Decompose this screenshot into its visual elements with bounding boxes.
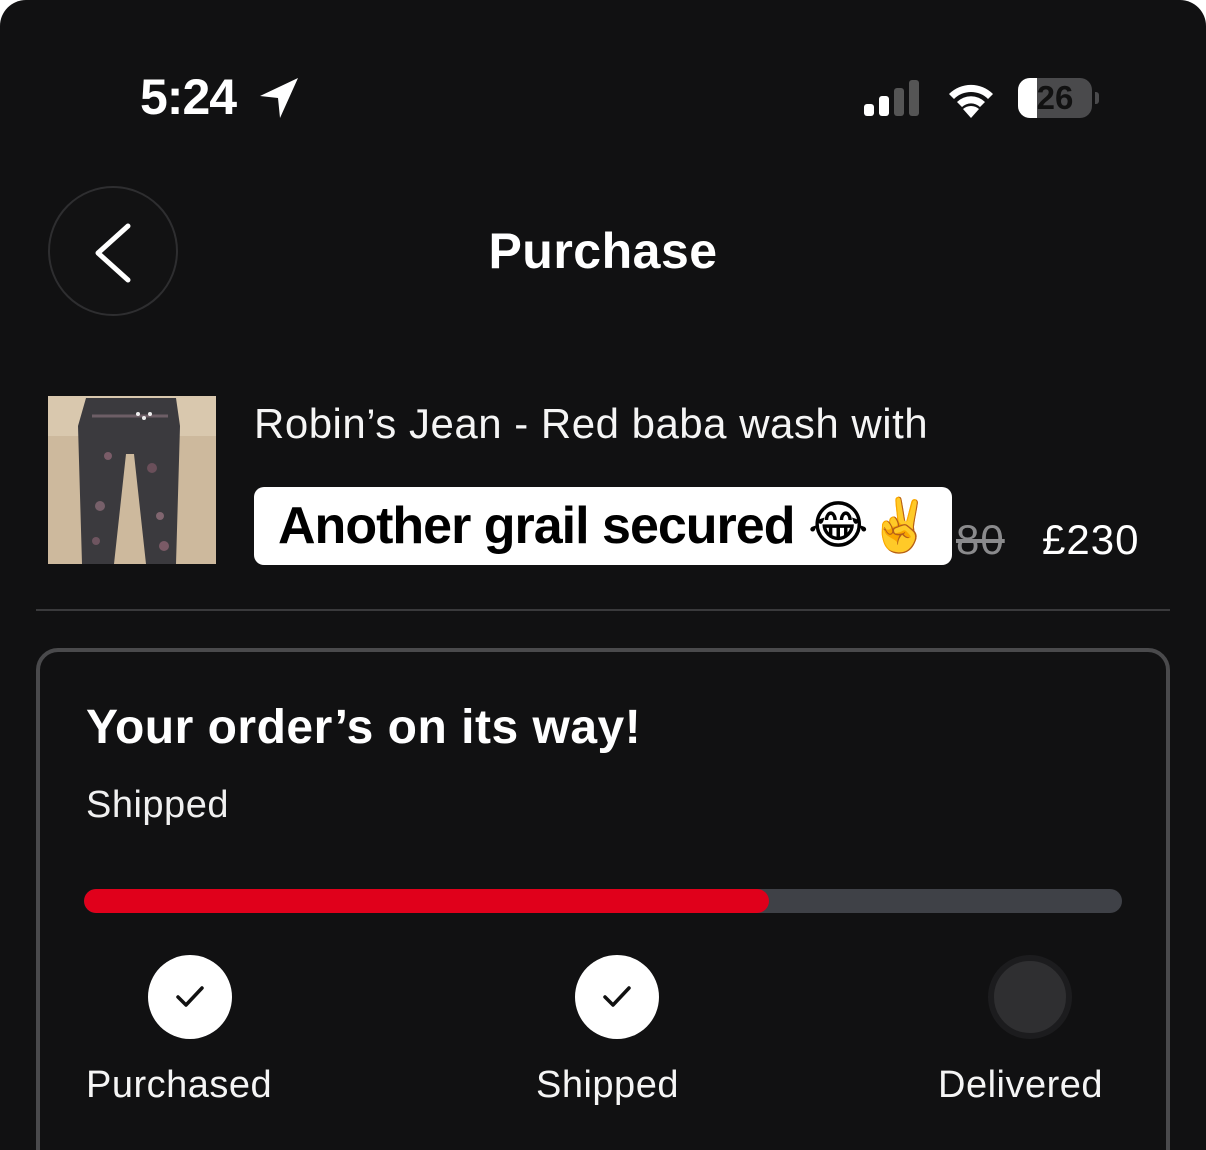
product-title: Robin’s Jean - Red baba wash with bbox=[254, 400, 929, 447]
cellular-signal-icon bbox=[864, 80, 919, 116]
phone-screen: 5:24 26 Purchase Robin’s Jean - Red baba… bbox=[0, 0, 1206, 1150]
progress-fill bbox=[84, 889, 770, 913]
wifi-icon bbox=[949, 84, 993, 118]
step-delivered-indicator bbox=[988, 955, 1072, 1039]
sale-price: £230 bbox=[1042, 516, 1140, 563]
divider bbox=[36, 609, 1170, 611]
checkmark-icon bbox=[176, 986, 204, 1007]
order-status: Shipped bbox=[86, 784, 229, 826]
order-headline: Your order’s on its way! bbox=[86, 701, 642, 754]
original-price: 80 bbox=[956, 516, 1005, 563]
location-arrow-icon bbox=[260, 78, 298, 118]
progress-bar bbox=[84, 889, 1122, 913]
status-time: 5:24 bbox=[140, 69, 237, 125]
step-purchased-label: Purchased bbox=[86, 1064, 273, 1106]
checkmark-icon bbox=[603, 986, 631, 1007]
step-shipped-indicator bbox=[575, 955, 659, 1039]
page-title: Purchase bbox=[488, 223, 718, 279]
product-thumbnail[interactable] bbox=[48, 396, 216, 564]
overlay-caption: Another grail secured 😂✌️ bbox=[254, 487, 952, 565]
battery-icon: 26 bbox=[1018, 78, 1100, 118]
battery-level: 26 bbox=[1036, 79, 1074, 116]
step-shipped-label: Shipped bbox=[536, 1064, 679, 1106]
step-purchased-indicator bbox=[148, 955, 232, 1039]
step-delivered-label: Delivered bbox=[938, 1064, 1104, 1106]
